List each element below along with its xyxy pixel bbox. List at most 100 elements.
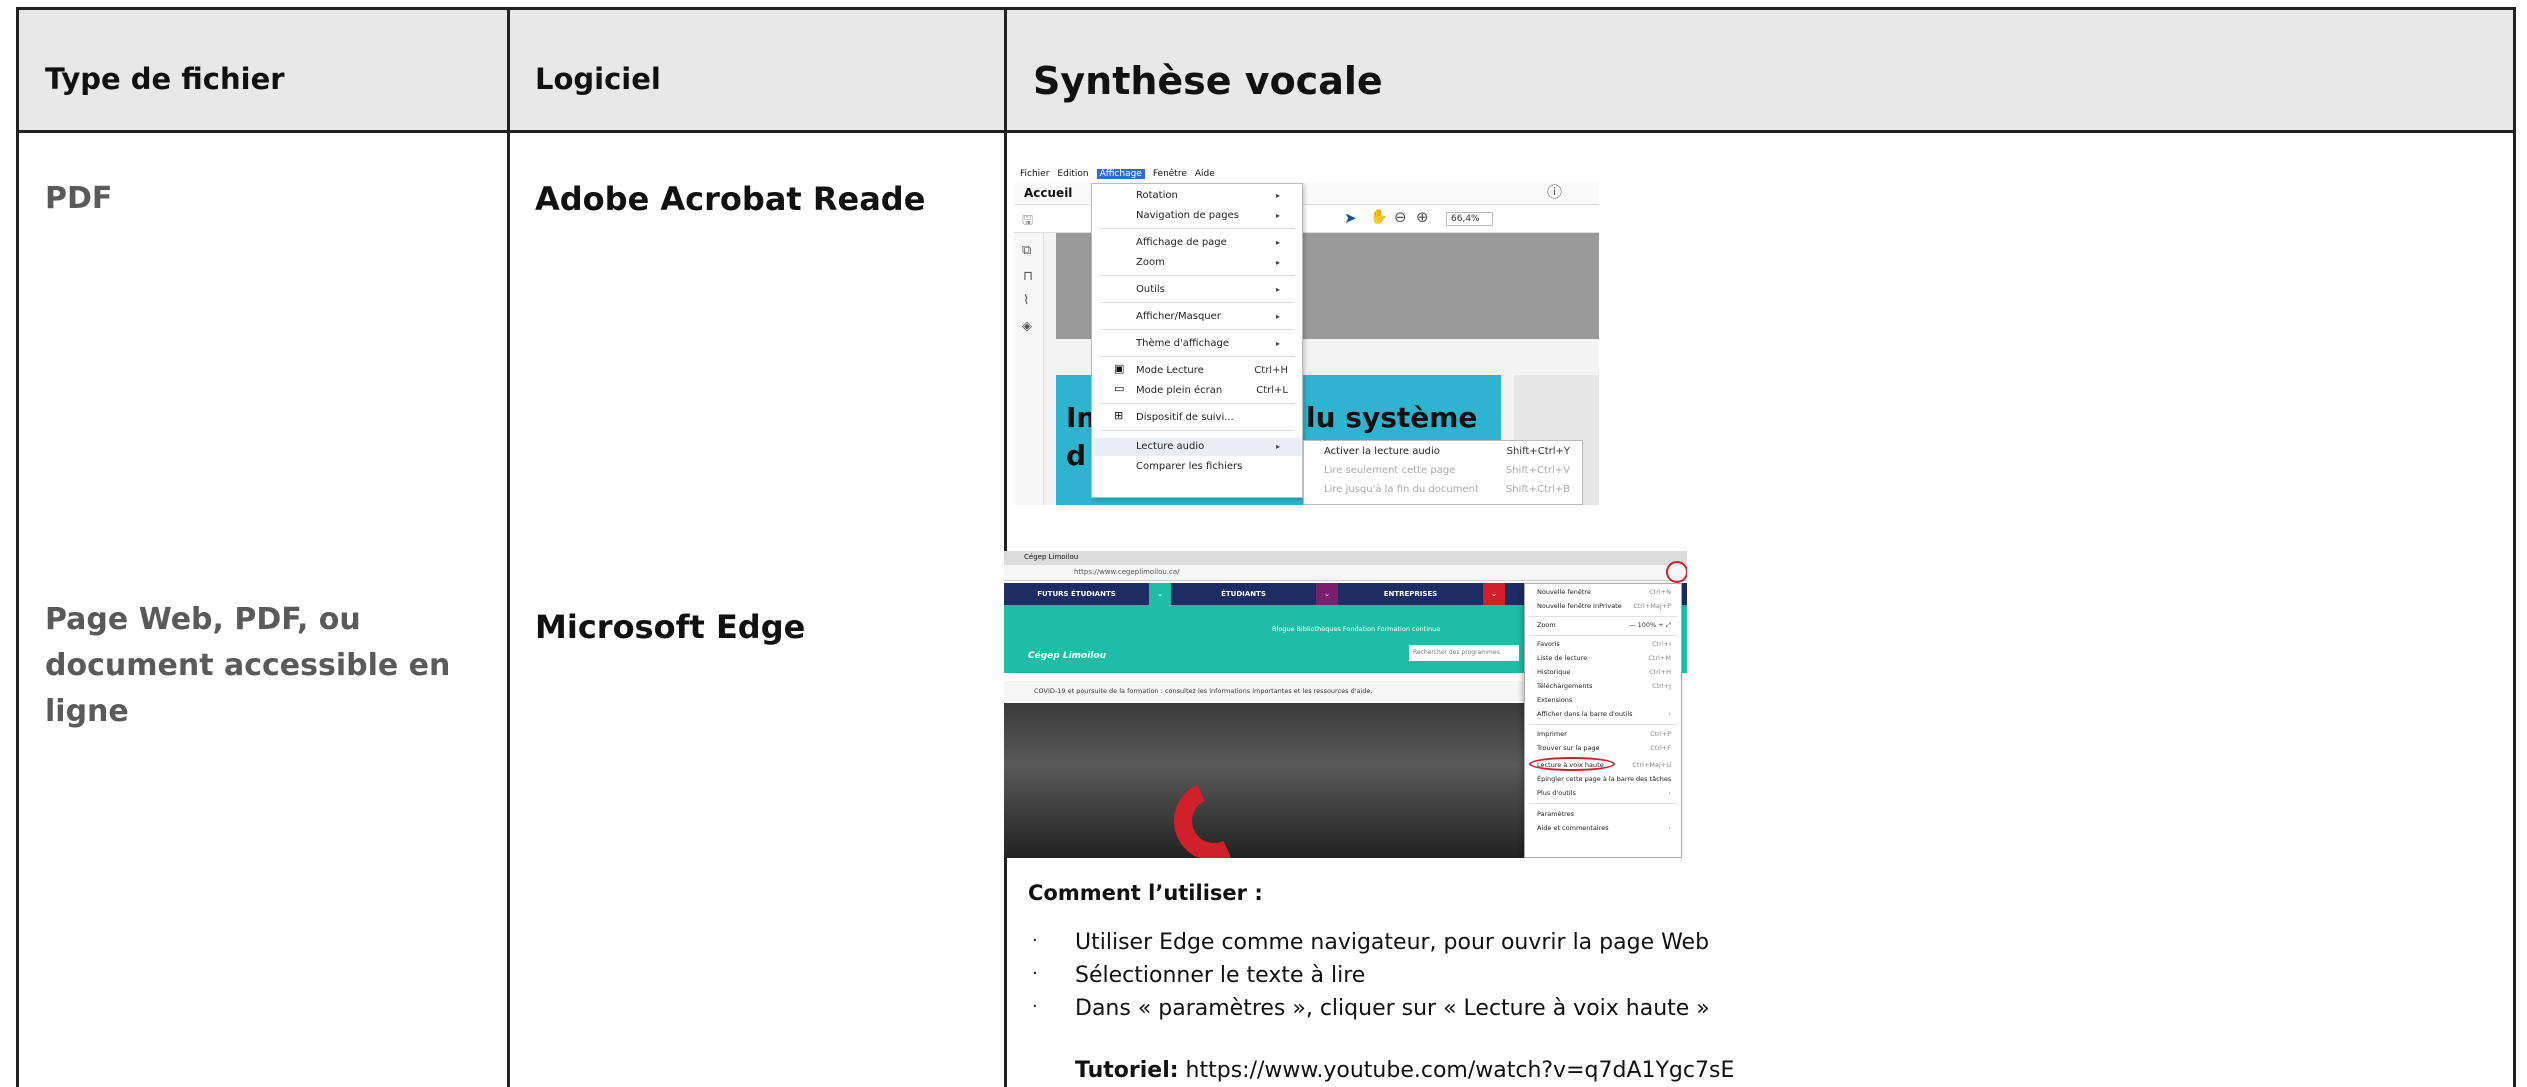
bullet-icon: · — [1032, 996, 1038, 1017]
site-search: Rechercher des programmes — [1409, 645, 1519, 661]
chevron-right-icon: ▸ — [1275, 211, 1280, 220]
edge-menu-item: Aide et commentaires — [1537, 824, 1609, 832]
edge-address-bar: https://www.cegeplimoilou.ca/ — [1004, 565, 1687, 581]
acrobat-menu-fichier: Fichier — [1020, 169, 1050, 179]
campus-photo — [1004, 703, 1524, 858]
acrobat-menu-fenetre: Fenêtre — [1152, 169, 1187, 179]
menu-item: Comparer les fichiers — [1136, 461, 1243, 472]
chevron-right-icon: ▸ — [1275, 191, 1280, 200]
column-divider — [507, 10, 510, 1087]
edge-menu-shortcut: Ctrl+F — [1650, 744, 1671, 752]
submenu-shortcut: Shift+Ctrl+Y — [1506, 446, 1570, 457]
list-item: · Sélectionner le texte à lire — [1028, 963, 1710, 996]
hand-icon: ✋ — [1370, 209, 1388, 225]
edge-menu-shortcut: — 100% + ⤢ — [1629, 621, 1671, 629]
edge-menu-item: Nouvelle fenêtre — [1537, 588, 1591, 596]
menu-item: Mode plein écran — [1136, 385, 1223, 396]
pages-icon: ⧉ — [1022, 243, 1032, 258]
row1-file-type: PDF — [45, 181, 113, 216]
highlight-circle — [1529, 757, 1615, 771]
row2-file-type-line: document accessible en — [45, 648, 451, 683]
reading-mode-icon: ▣ — [1114, 362, 1125, 375]
table-header-row: Type de fichier Logiciel Synthèse vocale — [19, 10, 2513, 133]
edge-menu-item: Liste de lecture — [1537, 654, 1588, 662]
bullet-icon: · — [1032, 930, 1038, 951]
zoom-value: 66,4% — [1446, 212, 1493, 226]
tracker-icon: ⊞ — [1114, 409, 1124, 422]
edge-menu-shortcut: Ctrl+H — [1649, 668, 1671, 676]
chevron-right-icon: ▸ — [1275, 312, 1280, 321]
edge-menu-item: Imprimer — [1537, 730, 1567, 738]
edge-menu-item: Zoom — [1537, 621, 1556, 629]
column-divider — [1004, 10, 1007, 1087]
menu-item: Dispositif de suivi... — [1136, 412, 1234, 423]
instructions-list: · Utiliser Edge comme navigateur, pour o… — [1028, 930, 1710, 1029]
edge-menu-shortcut: Ctrl+N — [1649, 588, 1671, 596]
row2-file-type: Page Web, PDF, ou document accessible en… — [45, 597, 450, 735]
instructions-heading: Comment l’utiliser : — [1028, 881, 1263, 905]
submenu-shortcut: Shift+Ctrl+V — [1505, 465, 1570, 476]
menu-shortcut: Ctrl+L — [1256, 385, 1288, 396]
submenu-item: Lire seulement cette page — [1324, 465, 1456, 476]
header-tts: Synthèse vocale — [1033, 58, 1383, 103]
row1-software: Adobe Acrobat Reade — [535, 180, 926, 218]
menu-item: Navigation de pages — [1136, 210, 1239, 221]
row2-file-type-line: Page Web, PDF, ou — [45, 602, 361, 637]
nav-item: ENTREPRISES — [1383, 590, 1438, 598]
tutorial-line: Tutoriel: https://www.youtube.com/watch?… — [1075, 1058, 1734, 1083]
header-file-type: Type de fichier — [45, 61, 285, 96]
doc-text: d — [1066, 439, 1087, 472]
list-item: · Utiliser Edge comme navigateur, pour o… — [1028, 930, 1710, 963]
submenu-item: Lire jusqu'à la fin du document — [1324, 484, 1479, 495]
doc-text: lu système — [1306, 401, 1478, 434]
acrobat-menubar: Fichier Edition Affichage Fenêtre Aide — [1014, 165, 1599, 183]
chevron-right-icon: ▸ — [1275, 339, 1280, 348]
edge-menu-shortcut: Ctrl+P — [1650, 730, 1671, 738]
edge-menu-shortcut: Ctrl+Maj+U — [1632, 761, 1671, 769]
menu-item: Zoom — [1136, 257, 1165, 268]
menu-separator — [1529, 803, 1677, 804]
menu-item: Afficher/Masquer — [1136, 311, 1221, 322]
nav-item: ÉTUDIANTS — [1221, 590, 1266, 598]
bookmark-icon: ⊓ — [1023, 269, 1034, 284]
edge-menu-item: Trouver sur la page — [1537, 744, 1600, 752]
list-item-text: Sélectionner le texte à lire — [1075, 963, 1366, 988]
menu-separator — [1100, 228, 1294, 229]
settings-button-highlight — [1666, 561, 1687, 583]
help-icon: ⓘ — [1547, 183, 1563, 201]
edge-tab: Cégep Limoilou — [1004, 551, 1687, 565]
zoom-out-icon: ⊖ — [1394, 208, 1407, 226]
list-item-text: Utiliser Edge comme navigateur, pour ouv… — [1075, 930, 1710, 955]
chevron-right-icon: ▸ — [1275, 238, 1280, 247]
edge-menu-shortcut: Ctrl+Maj+P — [1633, 602, 1671, 610]
edge-menu-item: Épingler cette page à la barre des tâche… — [1537, 775, 1672, 783]
edge-menu-shortcut: › — [1668, 710, 1671, 718]
edge-menu-shortcut: › — [1668, 824, 1671, 832]
edge-menu-item: Extensions — [1537, 696, 1573, 704]
chevron-down-icon: ⌄ — [1149, 583, 1171, 605]
menu-item: Mode Lecture — [1136, 365, 1204, 376]
list-item: · Dans « paramètres », cliquer sur « Lec… — [1028, 996, 1710, 1029]
row2-file-type-line: ligne — [45, 694, 129, 729]
acrobat-menu-affichage: Affichage — [1096, 169, 1145, 179]
fullscreen-icon: ▭ — [1114, 382, 1125, 395]
edge-menu-shortcut: Ctrl+J — [1652, 682, 1671, 690]
menu-separator — [1529, 635, 1677, 636]
edge-menu-shortcut: Ctrl+M — [1648, 654, 1671, 662]
menu-separator — [1100, 275, 1294, 276]
chevron-right-icon: ▸ — [1275, 258, 1280, 267]
site-links: Blogue Bibliothèques Fondation Formation… — [1272, 625, 1441, 633]
edge-menu-item: Téléchargements — [1537, 682, 1593, 690]
acrobat-menu-edition: Edition — [1057, 169, 1089, 179]
menu-item-lecture-audio: Lecture audio — [1136, 441, 1205, 452]
header-software: Logiciel — [535, 61, 661, 96]
chevron-down-icon: ⌄ — [1316, 583, 1338, 605]
bullet-icon: · — [1032, 963, 1038, 984]
menu-separator — [1100, 329, 1294, 330]
save-icon: 🖫 — [1022, 213, 1034, 228]
menu-separator — [1100, 403, 1294, 404]
edge-settings-menu: Nouvelle fenêtre Ctrl+N Nouvelle fenêtre … — [1524, 583, 1682, 858]
menu-separator — [1529, 616, 1677, 617]
menu-item: Affichage de page — [1136, 237, 1227, 248]
tutorial-link[interactable]: https://www.youtube.com/watch?v=q7dA1Ygc… — [1186, 1058, 1735, 1083]
